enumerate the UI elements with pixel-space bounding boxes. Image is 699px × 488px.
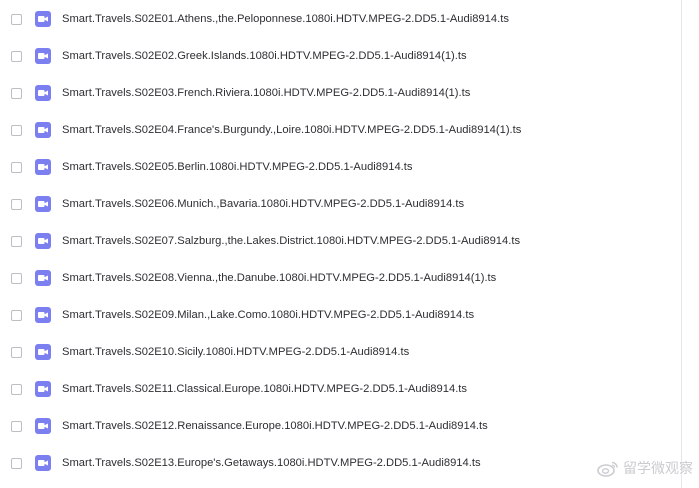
file-name[interactable]: Smart.Travels.S02E05.Berlin.1080i.HDTV.M… [62,161,413,173]
file-name[interactable]: Smart.Travels.S02E10.Sicily.1080i.HDTV.M… [62,346,409,358]
file-name[interactable]: Smart.Travels.S02E07.Salzburg.,the.Lakes… [62,235,520,247]
video-file-icon [35,159,51,175]
video-file-icon [35,233,51,249]
video-file-icon [35,344,51,360]
row-checkbox[interactable] [11,383,22,395]
file-name[interactable]: Smart.Travels.S02E12.Renaissance.Europe.… [62,420,488,432]
file-row[interactable]: Smart.Travels.S02E03.French.Riviera.1080… [0,76,681,110]
row-checkbox[interactable] [11,420,22,432]
file-name[interactable]: Smart.Travels.S02E03.French.Riviera.1080… [62,87,470,99]
video-file-icon [35,307,51,323]
row-checkbox[interactable] [11,346,22,358]
video-file-icon [35,196,51,212]
file-row[interactable]: Smart.Travels.S02E09.Milan.,Lake.Como.10… [0,298,681,332]
watermark: 留学微观察 [597,458,693,478]
file-row[interactable]: Smart.Travels.S02E02.Greek.Islands.1080i… [0,39,681,73]
row-checkbox[interactable] [11,161,22,173]
file-row[interactable]: Smart.Travels.S02E01.Athens.,the.Pelopon… [0,2,681,36]
video-file-icon [35,122,51,138]
file-name[interactable]: Smart.Travels.S02E08.Vienna.,the.Danube.… [62,272,496,284]
row-checkbox[interactable] [11,235,22,247]
row-checkbox[interactable] [11,13,22,25]
row-checkbox[interactable] [11,198,22,210]
video-file-icon [35,48,51,64]
file-row[interactable]: Smart.Travels.S02E12.Renaissance.Europe.… [0,409,681,443]
file-row[interactable]: Smart.Travels.S02E07.Salzburg.,the.Lakes… [0,224,681,258]
video-file-icon [35,455,51,471]
video-file-icon [35,270,51,286]
weibo-logo-icon [597,461,618,477]
file-name[interactable]: Smart.Travels.S02E11.Classical.Europe.10… [62,383,467,395]
row-checkbox[interactable] [11,124,22,136]
file-name[interactable]: Smart.Travels.S02E13.Europe's.Getaways.1… [62,457,481,469]
video-file-icon [35,418,51,434]
file-name[interactable]: Smart.Travels.S02E02.Greek.Islands.1080i… [62,50,467,62]
row-checkbox[interactable] [11,309,22,321]
video-file-icon [35,11,51,27]
row-checkbox[interactable] [11,457,22,469]
file-name[interactable]: Smart.Travels.S02E06.Munich.,Bavaria.108… [62,198,464,210]
file-row[interactable]: Smart.Travels.S02E13.Europe's.Getaways.1… [0,446,681,480]
file-name[interactable]: Smart.Travels.S02E01.Athens.,the.Pelopon… [62,13,509,25]
file-name[interactable]: Smart.Travels.S02E04.France's.Burgundy.,… [62,124,521,136]
file-row[interactable]: Smart.Travels.S02E08.Vienna.,the.Danube.… [0,261,681,295]
file-row[interactable]: Smart.Travels.S02E10.Sicily.1080i.HDTV.M… [0,335,681,369]
file-row[interactable]: Smart.Travels.S02E05.Berlin.1080i.HDTV.M… [0,150,681,184]
watermark-text: 留学微观察 [623,461,693,477]
file-row[interactable]: Smart.Travels.S02E11.Classical.Europe.10… [0,372,681,406]
file-list: Smart.Travels.S02E01.Athens.,the.Pelopon… [0,0,682,488]
row-checkbox[interactable] [11,87,22,99]
file-row[interactable]: Smart.Travels.S02E06.Munich.,Bavaria.108… [0,187,681,221]
video-file-icon [35,85,51,101]
file-name[interactable]: Smart.Travels.S02E09.Milan.,Lake.Como.10… [62,309,474,321]
row-checkbox[interactable] [11,272,22,284]
row-checkbox[interactable] [11,50,22,62]
file-row[interactable]: Smart.Travels.S02E04.France's.Burgundy.,… [0,113,681,147]
video-file-icon [35,381,51,397]
